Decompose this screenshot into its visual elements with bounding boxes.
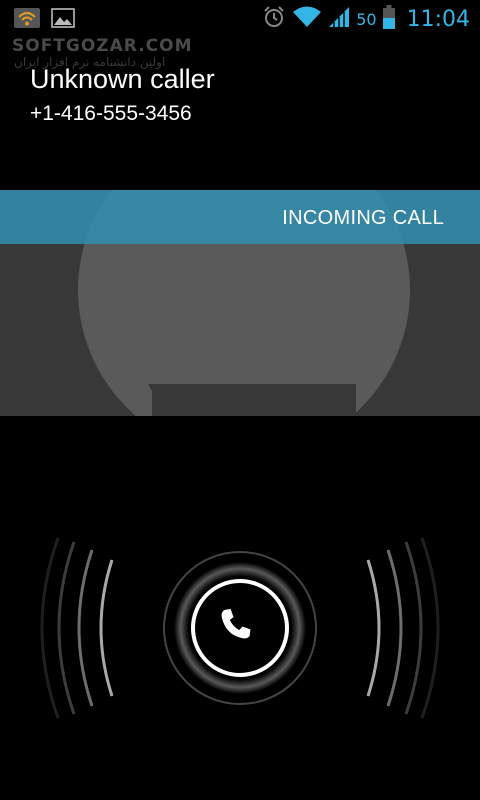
battery-percentage: 50	[356, 9, 377, 29]
wifi-signal-icon	[292, 5, 322, 33]
wifi-notification-icon	[14, 8, 40, 32]
battery-icon	[382, 5, 395, 33]
caller-name: Unknown caller	[30, 64, 215, 94]
answer-widget	[0, 530, 480, 730]
answer-call-button[interactable]	[190, 578, 290, 678]
caller-number: +1-416-555-3456	[30, 102, 192, 125]
incoming-call-banner: INCOMING CALL	[0, 190, 480, 244]
gallery-notification-icon	[51, 8, 75, 32]
watermark-brand: SOFTGOZAR.COM	[12, 36, 193, 56]
status-bar: 50 11:04	[0, 0, 480, 38]
cell-signal-icon	[328, 5, 350, 33]
alarm-icon	[262, 5, 286, 33]
call-state-label: INCOMING CALL	[282, 207, 444, 229]
clock: 11:04	[406, 6, 470, 32]
